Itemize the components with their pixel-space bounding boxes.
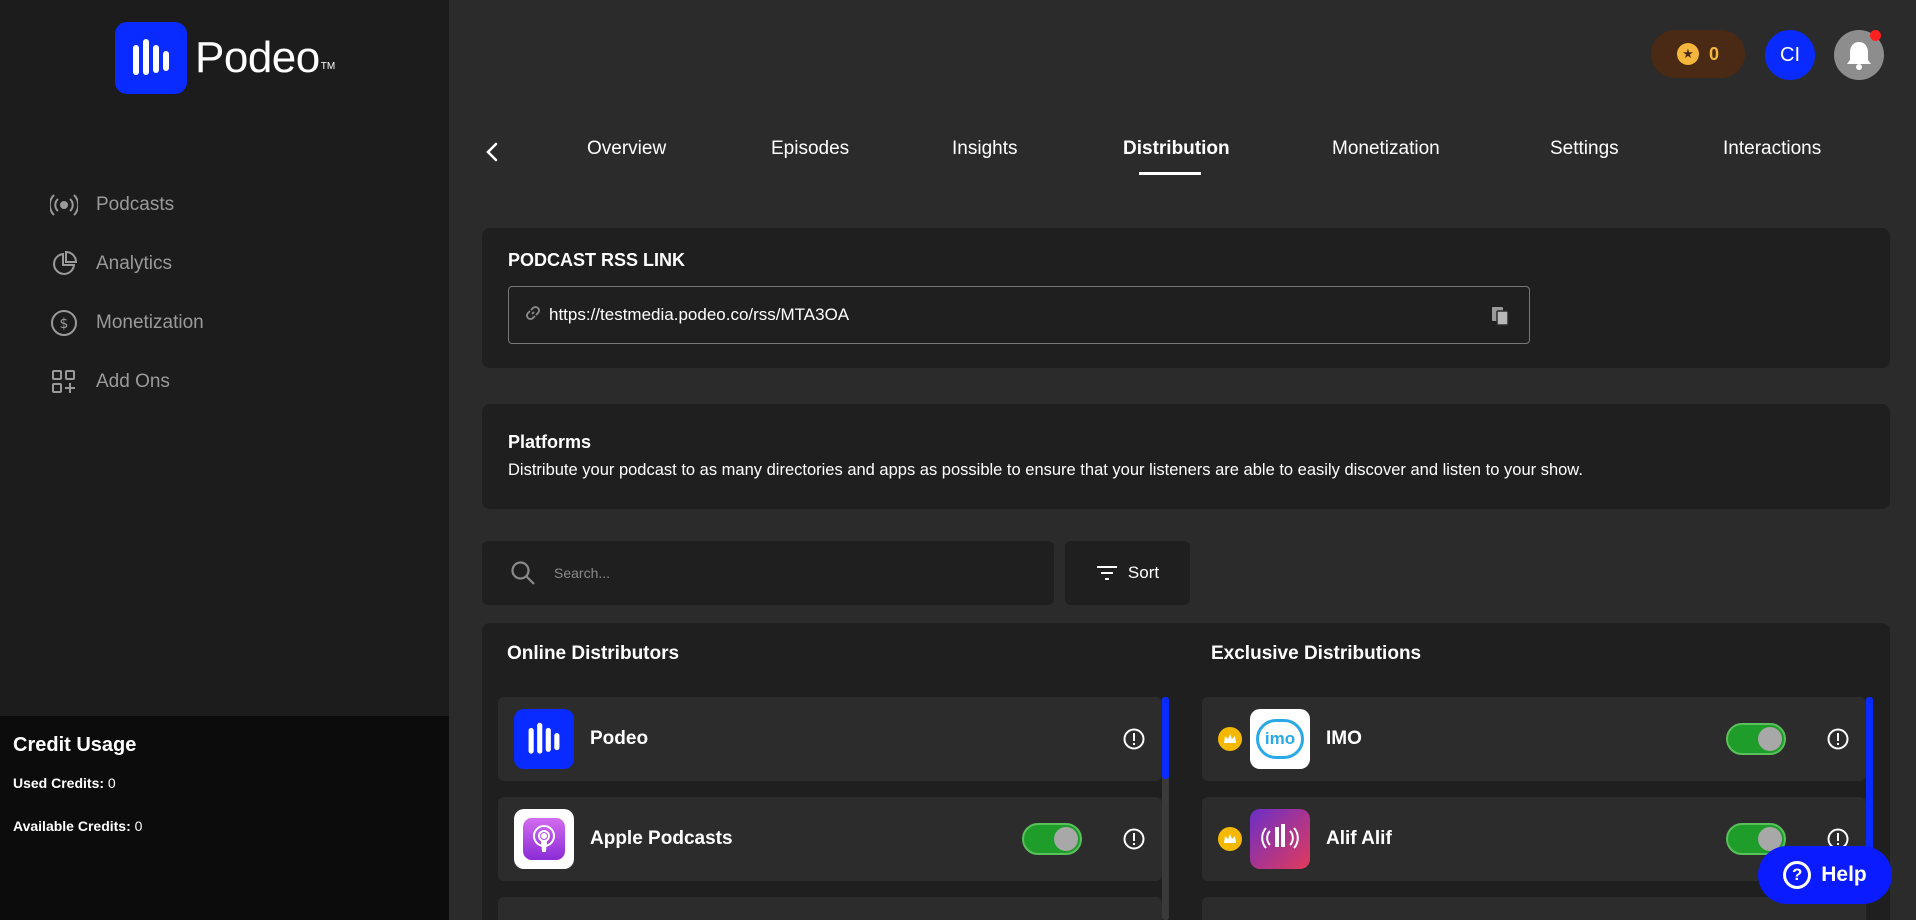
help-button[interactable]: ? Help [1758, 846, 1892, 904]
coins-badge[interactable]: ★ 0 [1651, 30, 1745, 78]
search-box [482, 541, 1054, 605]
exclusive-distributions-title: Exclusive Distributions [1211, 643, 1422, 664]
distributor-row [1202, 897, 1866, 920]
active-tab-indicator [1139, 172, 1201, 175]
sidebar-item-label: Monetization [96, 311, 204, 333]
distributor-row-apple-podcasts: Apple Podcasts [498, 797, 1162, 881]
distributor-name: IMO [1326, 728, 1362, 749]
distributor-row-podeo: Podeo [498, 697, 1162, 781]
svg-text:$: $ [60, 316, 69, 332]
sort-button[interactable]: Sort [1065, 541, 1190, 605]
sidebar-item-monetization[interactable]: $ Monetization [50, 293, 204, 352]
search-icon [511, 561, 535, 585]
distributor-name: Apple Podcasts [590, 828, 733, 849]
chevron-left-icon [486, 142, 498, 162]
podeo-logo-icon [514, 709, 574, 769]
online-scrollbar-thumb[interactable] [1162, 697, 1169, 779]
toggle-knob [1054, 827, 1078, 851]
tab-monetization[interactable]: Monetization [1332, 138, 1440, 160]
dollar-icon: $ [50, 309, 78, 337]
copy-icon[interactable] [1489, 305, 1511, 332]
link-icon [525, 305, 541, 326]
back-button[interactable] [480, 138, 504, 166]
tab-episodes[interactable]: Episodes [771, 138, 849, 160]
used-credits-value: 0 [107, 775, 116, 791]
credit-usage-title: Credit Usage [13, 734, 137, 756]
app: Podeo TM Podcasts Analytics $ Monetizati… [0, 0, 1916, 920]
crown-icon [1218, 727, 1242, 751]
search-input[interactable] [554, 565, 1034, 581]
filter-icon [1096, 566, 1117, 580]
distributor-name: Podeo [590, 728, 649, 749]
platforms-card: Platforms Distribute your podcast to as … [482, 404, 1890, 509]
platforms-title: Platforms [508, 432, 592, 452]
info-icon[interactable] [1122, 827, 1146, 851]
sort-label: Sort [1127, 563, 1160, 582]
tab-settings[interactable]: Settings [1550, 138, 1619, 160]
used-credits-row: Used Credits: 0 [13, 775, 436, 791]
sidebar-item-label: Add Ons [96, 370, 170, 392]
brand-tm: TM [320, 60, 336, 72]
exclusive-scrollbar-thumb[interactable] [1866, 697, 1873, 857]
platforms-description: Distribute your podcast to as many direc… [508, 461, 1583, 479]
sidebar-item-add-ons[interactable]: Add Ons [50, 352, 204, 411]
add-ons-icon [50, 368, 78, 396]
pie-chart-icon [50, 250, 78, 278]
imo-logo-icon: imo [1250, 709, 1310, 769]
sidebar-item-label: Podcasts [96, 193, 175, 215]
info-icon[interactable] [1122, 727, 1146, 751]
avatar[interactable]: CI [1765, 30, 1815, 80]
sidebar-nav: Podcasts Analytics $ Monetization Add On… [50, 175, 204, 411]
info-icon[interactable] [1826, 727, 1850, 751]
brand-name: Podeo [195, 33, 320, 82]
tab-distribution[interactable]: Distribution [1123, 138, 1230, 160]
podeo-logo-icon [115, 22, 187, 94]
sidebar-item-label: Analytics [96, 252, 173, 274]
sidebar-item-analytics[interactable]: Analytics [50, 234, 204, 293]
tab-interactions[interactable]: Interactions [1723, 138, 1821, 160]
tab-insights[interactable]: Insights [952, 138, 1017, 160]
imo-logo-text: imo [1256, 719, 1304, 759]
coins-value: 0 [1708, 43, 1719, 64]
available-credits-value: 0 [134, 818, 143, 834]
coin-icon: ★ [1676, 43, 1699, 65]
distributor-row-imo: imo IMO [1202, 697, 1866, 781]
distributor-row [498, 897, 1162, 920]
help-icon: ? [1783, 861, 1812, 889]
help-label: Help [1821, 863, 1867, 886]
distributor-name: Alif Alif [1326, 828, 1392, 849]
tab-overview[interactable]: Overview [587, 138, 666, 160]
podcast-icon [50, 191, 78, 219]
rss-title: PODCAST RSS LINK [508, 250, 686, 270]
available-credits-row: Available Credits: 0 [13, 818, 436, 834]
apple-podcasts-logo-icon [514, 809, 574, 869]
sidebar: Podeo TM Podcasts Analytics $ Monetizati… [0, 0, 449, 920]
rss-link-field[interactable]: https://testmedia.podeo.co/rss/MTA3OA [508, 286, 1530, 344]
bell-icon [1847, 42, 1871, 70]
rss-url: https://testmedia.podeo.co/rss/MTA3OA [549, 305, 850, 324]
distribution-toggle[interactable] [1726, 723, 1786, 755]
notifications-button[interactable] [1834, 30, 1884, 80]
distribution-toggle[interactable] [1022, 823, 1082, 855]
available-credits-label: Available Credits: [13, 818, 131, 834]
alif-alif-logo-icon [1250, 809, 1310, 869]
notification-dot [1870, 30, 1881, 41]
used-credits-label: Used Credits: [13, 775, 105, 791]
crown-icon [1218, 827, 1242, 851]
online-distributors-title: Online Distributors [507, 643, 680, 664]
toggle-knob [1758, 727, 1782, 751]
brand-logo[interactable]: Podeo TM [115, 22, 335, 94]
sidebar-item-podcasts[interactable]: Podcasts [50, 175, 204, 234]
credit-usage-panel: Credit Usage Used Credits: 0 Available C… [0, 716, 449, 920]
